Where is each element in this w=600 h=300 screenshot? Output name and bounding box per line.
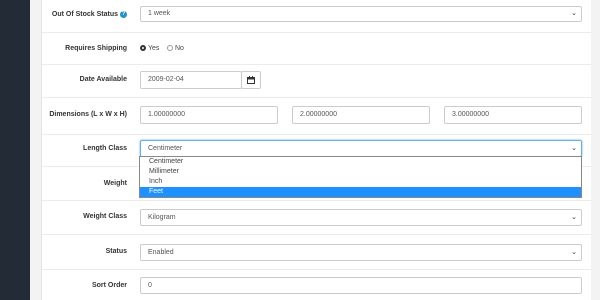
out-of-stock-row: Out Of Stock Status? 1 week ⌄ <box>42 0 591 33</box>
dimension-height-value: 3.00000000 <box>452 111 489 118</box>
status-row: Status Enabled ⌄ <box>42 235 591 270</box>
requires-shipping-row: Requires Shipping Yes No <box>42 33 591 65</box>
length-class-dropdown[interactable]: Centimeter Millimeter Inch Feet <box>139 156 582 198</box>
sort-order-value: 0 <box>148 282 152 289</box>
shipping-yes-option[interactable]: Yes <box>140 45 159 52</box>
chevron-down-icon: ⌄ <box>571 145 577 152</box>
weight-class-label: Weight Class <box>83 213 127 220</box>
status-label: Status <box>105 248 127 255</box>
chevron-down-icon: ⌄ <box>571 10 577 17</box>
out-of-stock-label-text: Out Of Stock Status <box>51 11 118 18</box>
weight-label: Weight <box>103 180 127 187</box>
sort-order-input[interactable]: 0 <box>140 277 582 294</box>
sidebar-strip <box>0 0 30 300</box>
weight-class-row: Weight Class Kilogram ⌄ <box>42 201 591 235</box>
calendar-button[interactable] <box>241 71 261 89</box>
date-available-label: Date Available <box>79 76 127 83</box>
dimension-length-input[interactable]: 1.00000000 <box>140 106 278 124</box>
out-of-stock-label: Out Of Stock Status? <box>52 11 127 18</box>
chevron-down-icon: ⌄ <box>571 249 577 256</box>
dimension-width-input[interactable]: 2.00000000 <box>292 106 430 124</box>
weight-class-select[interactable]: Kilogram ⌄ <box>140 209 582 226</box>
status-select[interactable]: Enabled ⌄ <box>140 244 582 261</box>
dimension-width-value: 2.00000000 <box>300 111 337 118</box>
date-available-input[interactable]: 2009-02-04 <box>140 71 242 89</box>
out-of-stock-select[interactable]: 1 week ⌄ <box>140 6 582 22</box>
radio-yes[interactable] <box>140 45 146 51</box>
length-option-inch[interactable]: Inch <box>140 177 581 187</box>
status-value: Enabled <box>148 249 174 256</box>
dimension-length-value: 1.00000000 <box>148 111 185 118</box>
length-class-select[interactable]: Centimeter ⌄ <box>140 140 582 157</box>
length-option-feet[interactable]: Feet <box>140 187 581 197</box>
out-of-stock-value: 1 week <box>148 10 171 17</box>
shipping-yes-label: Yes <box>148 45 160 52</box>
sort-order-label: Sort Order <box>91 282 127 289</box>
chevron-down-icon: ⌄ <box>571 214 577 221</box>
length-option-millimeter[interactable]: Millimeter <box>140 167 581 177</box>
length-option-centimeter[interactable]: Centimeter <box>140 157 581 167</box>
requires-shipping-label: Requires Shipping <box>65 45 127 52</box>
radio-no[interactable] <box>167 45 173 51</box>
date-available-value: 2009-02-04 <box>148 76 184 83</box>
product-data-form: Out Of Stock Status? 1 week ⌄ Requires S… <box>41 0 591 300</box>
help-icon[interactable]: ? <box>120 11 127 18</box>
calendar-icon <box>247 76 255 84</box>
dimension-height-input[interactable]: 3.00000000 <box>444 106 582 124</box>
date-available-row: Date Available 2009-02-04 <box>42 65 591 98</box>
length-class-value: Centimeter <box>148 145 183 152</box>
length-class-label: Length Class <box>83 145 127 152</box>
dimensions-row: Dimensions (L x W x H) 1.00000000 2.0000… <box>42 98 591 135</box>
sort-order-row: Sort Order 0 <box>42 270 591 300</box>
shipping-no-option[interactable]: No <box>167 45 184 52</box>
weight-class-value: Kilogram <box>148 214 176 221</box>
shipping-no-label: No <box>175 45 184 52</box>
dimensions-label: Dimensions (L x W x H) <box>49 111 127 118</box>
